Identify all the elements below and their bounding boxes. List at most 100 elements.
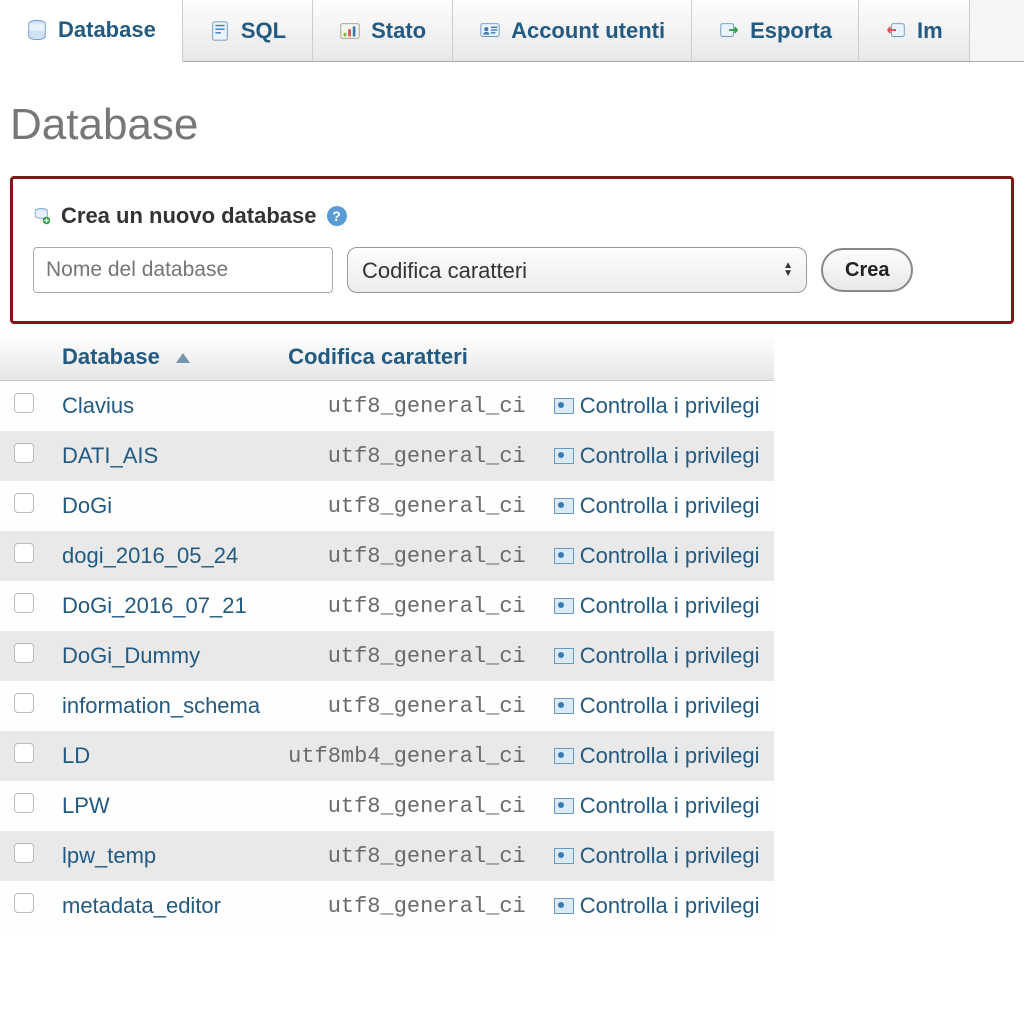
privileges-link[interactable]: Controlla i privilegi (580, 793, 760, 819)
collation-value: utf8_general_ci (274, 881, 540, 931)
database-link[interactable]: DoGi_2016_07_21 (62, 593, 247, 618)
page-title: Database (0, 62, 1024, 176)
database-link[interactable]: LD (62, 743, 90, 768)
table-row: LPW utf8_general_ci Controlla i privilegi (0, 781, 774, 831)
collation-value: utf8_general_ci (274, 431, 540, 481)
database-link[interactable]: DoGi (62, 493, 112, 518)
tab-sql[interactable]: SQL (183, 0, 313, 61)
table-row: dogi_2016_05_24utf8_general_ci Controlla… (0, 531, 774, 581)
col-actions (540, 334, 774, 381)
row-checkbox[interactable] (14, 593, 34, 613)
collation-value: utf8mb4_general_ci (274, 731, 540, 781)
import-icon (885, 20, 907, 42)
privileges-icon (554, 648, 574, 664)
tab-label: Esporta (750, 18, 832, 44)
collation-value: utf8_general_ci (274, 781, 540, 831)
tab-label: Database (58, 17, 156, 43)
collation-value: utf8_general_ci (274, 381, 540, 432)
row-checkbox[interactable] (14, 743, 34, 763)
sql-icon (209, 20, 231, 42)
col-database[interactable]: Database (48, 334, 274, 381)
database-icon (26, 19, 48, 41)
export-icon (718, 20, 740, 42)
tab-database[interactable]: Database (0, 0, 183, 62)
tab-status[interactable]: Stato (313, 0, 453, 61)
accounts-icon (479, 20, 501, 42)
status-icon (339, 20, 361, 42)
privileges-link[interactable]: Controlla i privilegi (580, 443, 760, 469)
row-checkbox[interactable] (14, 793, 34, 813)
help-icon[interactable]: ? (327, 206, 347, 226)
table-row: information_schema utf8_general_ci Contro… (0, 681, 774, 731)
row-checkbox[interactable] (14, 493, 34, 513)
collation-value: utf8_general_ci (274, 681, 540, 731)
row-checkbox[interactable] (14, 393, 34, 413)
create-heading-text: Crea un nuovo database (61, 203, 317, 229)
database-link[interactable]: dogi_2016_05_24 (62, 543, 238, 568)
privileges-link[interactable]: Controlla i privilegi (580, 493, 760, 519)
privileges-icon (554, 848, 574, 864)
privileges-icon (554, 548, 574, 564)
col-collation-label: Codifica caratteri (288, 344, 468, 369)
database-table: Database Codifica caratteri Clavius utf8_… (0, 334, 774, 931)
row-checkbox[interactable] (14, 893, 34, 913)
table-row: lpw_temp utf8_general_ci Controlla i priv… (0, 831, 774, 881)
create-form: Codifica caratteri ▲▼ Crea (33, 247, 991, 293)
sort-asc-icon (176, 353, 190, 363)
tab-label: SQL (241, 18, 286, 44)
col-collation[interactable]: Codifica caratteri (274, 334, 540, 381)
create-heading: Crea un nuovo database ? (33, 203, 991, 229)
privileges-link[interactable]: Controlla i privilegi (580, 643, 760, 669)
privileges-icon (554, 498, 574, 514)
privileges-icon (554, 398, 574, 414)
privileges-icon (554, 748, 574, 764)
tab-accounts[interactable]: Account utenti (453, 0, 692, 61)
collation-select[interactable]: Codifica caratteri (347, 247, 807, 293)
privileges-icon (554, 898, 574, 914)
database-link[interactable]: DoGi_Dummy (62, 643, 200, 668)
table-row: DATI_AIS utf8_general_ci Controlla i priv… (0, 431, 774, 481)
create-button[interactable]: Crea (821, 248, 913, 292)
privileges-link[interactable]: Controlla i privilegi (580, 593, 760, 619)
privileges-link[interactable]: Controlla i privilegi (580, 543, 760, 569)
table-row: DoGi_Dummy utf8_general_ci Controlla i pr… (0, 631, 774, 681)
privileges-link[interactable]: Controlla i privilegi (580, 843, 760, 869)
privileges-link[interactable]: Controlla i privilegi (580, 693, 760, 719)
row-checkbox[interactable] (14, 843, 34, 863)
tab-label: Account utenti (511, 18, 665, 44)
privileges-icon (554, 598, 574, 614)
table-row: LD utf8mb4_general_ci Controlla i privile… (0, 731, 774, 781)
tab-import[interactable]: Im (859, 0, 970, 61)
tab-label: Im (917, 18, 943, 44)
privileges-icon (554, 448, 574, 464)
row-checkbox[interactable] (14, 543, 34, 563)
col-checkbox (0, 334, 48, 381)
privileges-link[interactable]: Controlla i privilegi (580, 393, 760, 419)
database-link[interactable]: LPW (62, 793, 110, 818)
collation-value: utf8_general_ci (274, 631, 540, 681)
database-link[interactable]: DATI_AIS (62, 443, 158, 468)
row-checkbox[interactable] (14, 693, 34, 713)
tab-export[interactable]: Esporta (692, 0, 859, 61)
table-row: DoGi utf8_general_ci Controlla i privileg… (0, 481, 774, 531)
database-name-input[interactable] (33, 247, 333, 293)
database-link[interactable]: lpw_temp (62, 843, 156, 868)
collation-value: utf8_general_ci (274, 481, 540, 531)
table-row: DoGi_2016_07_21 utf8_general_ci Controlla… (0, 581, 774, 631)
privileges-link[interactable]: Controlla i privilegi (580, 893, 760, 919)
collation-value: utf8_general_ci (274, 831, 540, 881)
tab-label: Stato (371, 18, 426, 44)
table-row: metadata_editor utf8_general_ci Controlla… (0, 881, 774, 931)
row-checkbox[interactable] (14, 643, 34, 663)
col-database-label: Database (62, 344, 160, 369)
privileges-link[interactable]: Controlla i privilegi (580, 743, 760, 769)
privileges-icon (554, 798, 574, 814)
row-checkbox[interactable] (14, 443, 34, 463)
database-link[interactable]: Clavius (62, 393, 134, 418)
collation-value: utf8_general_ci (274, 581, 540, 631)
table-row: Clavius utf8_general_ci Controlla i privi… (0, 381, 774, 432)
database-link[interactable]: metadata_editor (62, 893, 221, 918)
top-tabs: Database SQL Stato Account utenti Esport… (0, 0, 1024, 62)
database-link[interactable]: information_schema (62, 693, 260, 718)
database-add-icon (33, 207, 51, 225)
